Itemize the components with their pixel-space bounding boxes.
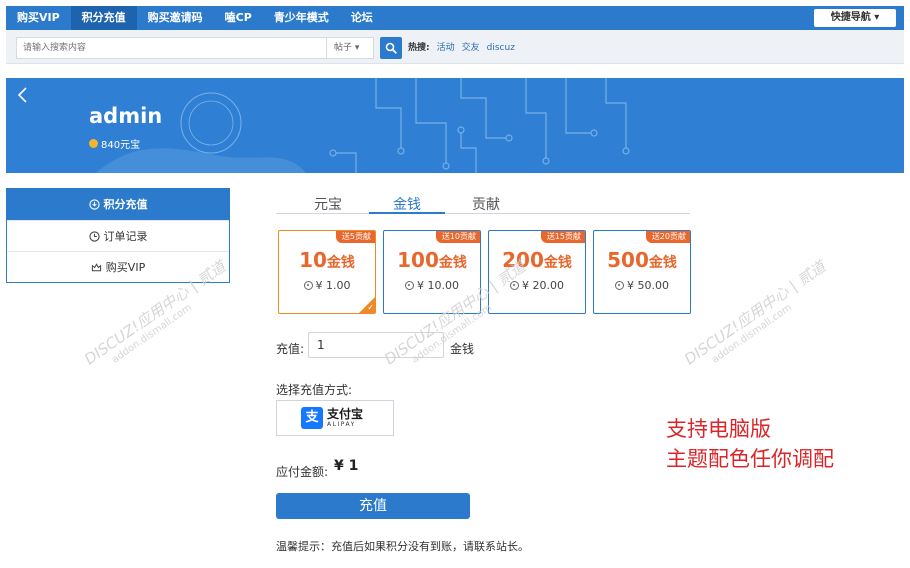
back-arrow-icon[interactable]	[16, 86, 30, 104]
tab-money[interactable]: 金钱	[377, 194, 437, 214]
nav-item-buy-invite-code[interactable]: 购买邀请码	[137, 6, 214, 30]
crown-icon	[91, 262, 101, 271]
watermark: DISCUZ!应用中心 | 贰道 addon.dismall.com	[681, 257, 829, 369]
promo-line-2: 主题配色任你调配	[666, 447, 834, 471]
recharge-icon	[88, 199, 100, 210]
coin-icon	[303, 281, 313, 290]
sidebar-item-label: 购买VIP	[105, 260, 146, 274]
package-price: ¥ 1.00	[279, 279, 375, 292]
package-price: ¥ 10.00	[384, 279, 480, 292]
hot-link-dating[interactable]: 交友	[462, 37, 480, 59]
warm-tip: 温馨提示：充值后如果积分没有到账，请联系站长。	[276, 540, 529, 553]
bonus-badge: 送5贡献	[335, 231, 375, 243]
alipay-option[interactable]: 支 支付宝 ALIPAY	[276, 400, 394, 436]
username: admin	[89, 104, 163, 128]
search-icon	[385, 42, 397, 54]
amount-due-value: ¥ 1	[334, 458, 359, 474]
promo-text: 支持电脑版 主题配色任你调配	[666, 414, 834, 474]
search-input[interactable]	[16, 37, 326, 59]
alipay-name: 支付宝	[327, 407, 364, 421]
hot-link-discuz[interactable]: discuz	[487, 37, 515, 59]
package-price: ¥ 50.00	[594, 279, 690, 292]
quick-nav-button[interactable]: 快捷导航 ▾	[814, 9, 896, 27]
currency-tabs: 元宝 金钱 贡献	[276, 192, 690, 214]
hot-link-activity[interactable]: 活动	[437, 37, 455, 59]
sidebar-item-points-recharge[interactable]: 积分充值	[7, 189, 229, 220]
coin-balance-text: 840元宝	[101, 140, 141, 151]
history-clock-icon	[88, 230, 100, 242]
coin-balance: 840元宝	[89, 136, 140, 151]
package-amount: 10金钱	[299, 248, 355, 272]
alipay-logo-icon: 支	[301, 407, 323, 429]
recharge-submit-button[interactable]: 充值	[276, 493, 470, 519]
bonus-badge: 送20贡献	[645, 231, 690, 243]
search-scope-select[interactable]: 帖子 ▾	[326, 37, 374, 59]
payment-method-label: 选择充值方式:	[276, 383, 353, 397]
profile-banner: admin 840元宝	[6, 78, 904, 173]
bonus-badge: 送15贡献	[540, 231, 585, 243]
check-icon: ✓	[367, 303, 374, 312]
package-card[interactable]: 送20贡献 500金钱 ¥ 50.00	[593, 230, 691, 314]
recharge-label: 充值:	[276, 342, 305, 356]
package-amount: 100金钱	[397, 248, 467, 272]
recharge-unit: 金钱	[450, 342, 475, 356]
search-bar: 帖子 ▾ 热搜: 活动 交友 discuz	[6, 30, 904, 64]
package-card[interactable]: 送5贡献 10金钱 ¥ 1.00 ✓	[278, 230, 376, 314]
sidebar: 积分充值 订单记录 购买VIP	[6, 188, 230, 283]
nav-item-cp[interactable]: 嗑CP	[214, 6, 263, 30]
tab-yuanbao[interactable]: 元宝	[298, 194, 358, 214]
search-button[interactable]	[380, 37, 402, 59]
nav-item-youth-mode[interactable]: 青少年模式	[263, 6, 340, 30]
sidebar-item-order-history[interactable]: 订单记录	[7, 220, 229, 251]
hot-label: 热搜:	[408, 43, 430, 53]
package-amount: 500金钱	[607, 248, 677, 272]
hot-searches: 热搜: 活动 交友 discuz	[408, 37, 515, 59]
nav-item-buy-vip[interactable]: 购买VIP	[6, 6, 71, 30]
nav-item-forum[interactable]: 论坛	[340, 6, 384, 30]
coin-icon	[405, 281, 414, 290]
top-nav: 购买VIP 积分充值 购买邀请码 嗑CP 青少年模式 论坛 快捷导航 ▾	[6, 6, 904, 30]
alipay-name-en: ALIPAY	[327, 421, 356, 428]
active-tab-indicator	[369, 212, 445, 214]
sidebar-item-label: 积分充值	[103, 198, 148, 211]
tab-contribution[interactable]: 贡献	[456, 194, 516, 214]
coin-icon	[89, 139, 98, 148]
promo-line-1: 支持电脑版	[666, 417, 771, 441]
coin-icon	[615, 281, 624, 290]
nav-item-points-recharge[interactable]: 积分充值	[70, 6, 137, 30]
sidebar-item-label: 订单记录	[103, 229, 148, 243]
amount-due-label: 应付金额:	[276, 465, 329, 479]
bonus-badge: 送10贡献	[435, 231, 480, 243]
